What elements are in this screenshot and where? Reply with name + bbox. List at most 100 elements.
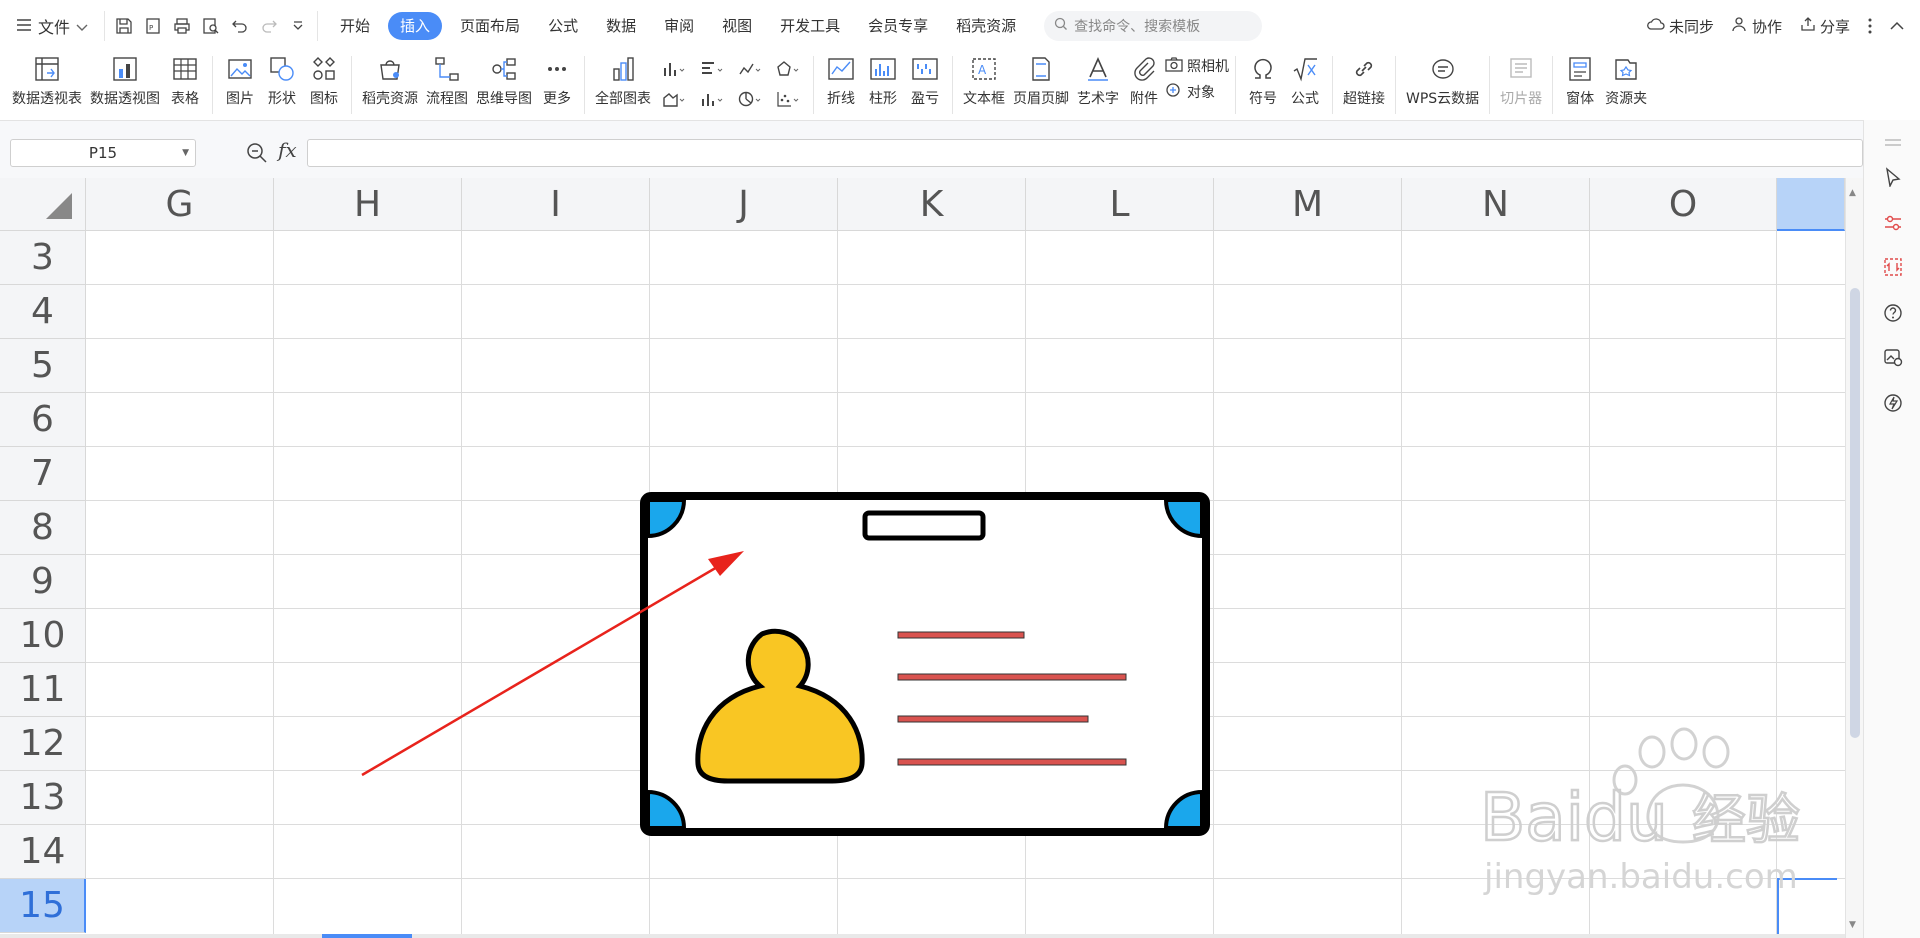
property-adjust-icon[interactable]	[1882, 212, 1904, 234]
symbol-button[interactable]: 符号	[1242, 52, 1284, 118]
vertical-scrollbar[interactable]: ▲ ▼	[1845, 178, 1863, 938]
share-button[interactable]: 分享	[1800, 16, 1850, 37]
shape-label: 形状	[268, 91, 296, 107]
menu-bar: 文件 P 开始 插入 页面布局 公式 数据 审阅 视图 开发工具 会员专享 稻壳…	[0, 0, 1920, 52]
line-chart-icon[interactable]	[731, 54, 769, 84]
pie-chart-icon[interactable]	[731, 84, 769, 114]
customize-toolbar-icon[interactable]	[287, 15, 309, 37]
file-menu-button[interactable]: 文件	[16, 11, 98, 41]
search-placeholder: 查找命令、搜索模板	[1074, 19, 1201, 35]
resource-folder-button[interactable]: 资源夹	[1601, 52, 1651, 118]
image-tool-icon[interactable]	[1882, 346, 1904, 368]
save-icon[interactable]	[113, 15, 135, 37]
object-button[interactable]: 对象	[1165, 82, 1229, 102]
sync-status-button[interactable]: 未同步	[1647, 16, 1714, 37]
hyperlink-label: 超链接	[1343, 91, 1385, 107]
panel-collapse-icon[interactable]	[1882, 132, 1904, 154]
ribbon-separator	[1235, 56, 1236, 114]
shape-button[interactable]: 形状	[261, 52, 303, 118]
object-icon	[1165, 82, 1183, 102]
share-label: 分享	[1819, 17, 1850, 36]
more-button[interactable]: 更多	[536, 52, 578, 118]
ribbon-separator	[1332, 56, 1333, 114]
docer-resource-label: 稻壳资源	[362, 91, 418, 107]
hamburger-icon	[16, 17, 32, 36]
textbox-button[interactable]: A 文本框	[959, 52, 1009, 118]
resource-folder-label: 资源夹	[1605, 91, 1648, 107]
collapse-ribbon-icon[interactable]	[1890, 21, 1904, 31]
sparkline-winloss-button[interactable]: 盈亏	[904, 52, 946, 118]
print-preview-icon[interactable]	[200, 15, 222, 37]
sparkline-column-button[interactable]: 柱形	[862, 52, 904, 118]
command-search-input[interactable]: 查找命令、搜索模板	[1044, 11, 1263, 41]
stock-chart-icon[interactable]	[693, 84, 731, 114]
tab-developer[interactable]: 开发工具	[766, 12, 854, 40]
export-pdf-icon[interactable]: P	[142, 15, 164, 37]
mindmap-button[interactable]: 思维导图	[472, 52, 536, 118]
quick-action-icon[interactable]	[1882, 392, 1904, 414]
bar-chart-icon[interactable]	[693, 54, 731, 84]
wps-spreadsheet-window: 文件 P 开始 插入 页面布局 公式 数据 审阅 视图 开发工具 会员专享 稻壳…	[0, 0, 1920, 938]
equation-button[interactable]: 公式	[1284, 52, 1326, 118]
camera-button[interactable]: 照相机	[1165, 56, 1229, 76]
pivot-chart-button[interactable]: 数据透视图	[86, 52, 164, 118]
ribbon-separator	[212, 56, 213, 114]
icon-library-button[interactable]: 图标	[303, 52, 345, 118]
tab-home[interactable]: 开始	[326, 12, 384, 40]
scroll-down-icon[interactable]: ▼	[1849, 920, 1856, 930]
search-icon	[1054, 17, 1068, 35]
flowchart-button[interactable]: 流程图	[422, 52, 472, 118]
wordart-button[interactable]: 艺术字	[1073, 52, 1123, 118]
zoom-formula-icon[interactable]	[246, 142, 268, 168]
name-box[interactable]: P15 ▼	[10, 139, 196, 167]
scatter-chart-icon[interactable]	[769, 84, 807, 114]
undo-icon[interactable]	[229, 15, 251, 37]
header-footer-button[interactable]: 页眉页脚	[1009, 52, 1073, 118]
watermark-url: jingyan.baidu.com	[1483, 857, 1798, 897]
tab-insert[interactable]: 插入	[388, 12, 443, 40]
formula-input[interactable]	[307, 139, 1863, 167]
tab-member[interactable]: 会员专享	[854, 12, 942, 40]
tab-formulas[interactable]: 公式	[534, 12, 592, 40]
picture-button[interactable]: 图片	[219, 52, 261, 118]
tab-docer-resource[interactable]: 稻壳资源	[942, 12, 1030, 40]
area-chart-icon[interactable]	[655, 84, 693, 114]
camera-icon	[1165, 56, 1183, 76]
active-sheet-indicator[interactable]	[322, 934, 412, 938]
select-pointer-icon[interactable]	[1882, 166, 1904, 188]
sparkline-line-button[interactable]: 折线	[820, 52, 862, 118]
ribbon-separator	[1552, 56, 1554, 114]
header-footer-icon	[1024, 52, 1058, 86]
tab-view[interactable]: 视图	[708, 12, 766, 40]
slicer-icon	[1504, 52, 1538, 86]
name-box-dropdown-icon[interactable]: ▼	[182, 148, 189, 158]
equation-label: 公式	[1291, 91, 1319, 107]
hyperlink-button[interactable]: 超链接	[1339, 52, 1389, 118]
form-button[interactable]: 窗体	[1559, 52, 1601, 118]
print-icon[interactable]	[171, 15, 193, 37]
all-charts-button[interactable]: 全部图表	[591, 52, 655, 118]
backup-transfer-icon[interactable]	[1882, 256, 1904, 278]
radar-chart-icon[interactable]	[769, 54, 807, 84]
tab-page-layout[interactable]: 页面布局	[446, 12, 534, 40]
insert-function-button[interactable]: fx	[278, 138, 297, 162]
column-chart-icon[interactable]	[655, 54, 693, 84]
pivot-table-button[interactable]: 数据透视表	[8, 52, 86, 118]
tab-review[interactable]: 审阅	[650, 12, 708, 40]
sparkline-column-label: 柱形	[869, 91, 897, 107]
more-options-icon[interactable]	[1868, 18, 1872, 34]
share-icon	[1800, 16, 1816, 36]
docer-resource-button[interactable]: 稻壳资源	[358, 52, 422, 118]
symbol-label: 符号	[1249, 91, 1277, 107]
svg-text:P: P	[149, 24, 153, 32]
scroll-up-icon[interactable]: ▲	[1849, 188, 1856, 198]
tab-data[interactable]: 数据	[592, 12, 650, 40]
scrollbar-thumb[interactable]	[1850, 288, 1860, 738]
attachment-button[interactable]: 附件	[1123, 52, 1165, 118]
table-button[interactable]: 表格	[164, 52, 206, 118]
collaborate-button[interactable]: 协作	[1732, 16, 1782, 37]
help-icon[interactable]	[1882, 302, 1904, 324]
cloud-data-button[interactable]: WPS云数据	[1402, 52, 1483, 118]
redo-icon[interactable]	[258, 15, 280, 37]
user-collab-icon	[1732, 16, 1748, 36]
